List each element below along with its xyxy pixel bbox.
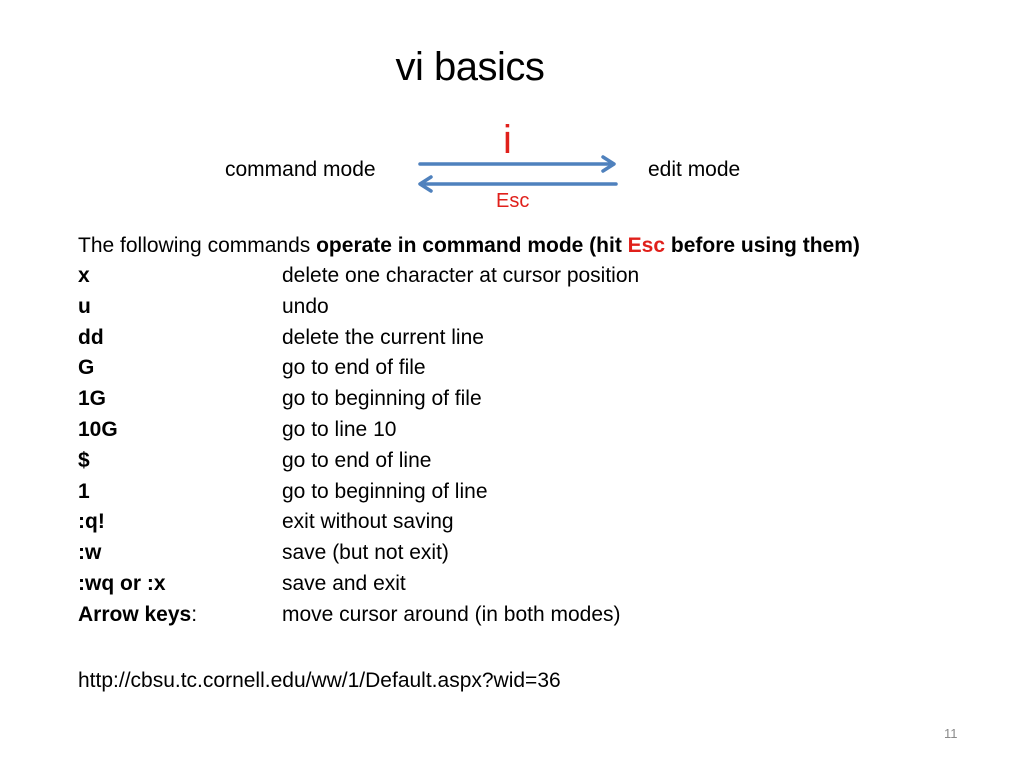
esc-key-label: Esc	[496, 190, 530, 212]
arrow-left-icon	[418, 175, 618, 193]
command-key: $	[78, 448, 90, 472]
command-row: 1 go to beginning of line	[78, 480, 639, 511]
command-mode-label: command mode	[225, 158, 376, 181]
command-key: dd	[78, 325, 104, 349]
command-description: delete the current line	[282, 325, 484, 349]
command-key-container: Arrow keys:	[78, 603, 282, 634]
intro-plain: The following commands	[78, 234, 317, 257]
command-description: delete one character at cursor position	[282, 264, 640, 287]
command-description: move cursor around (in both modes)	[282, 602, 621, 626]
command-description: go to end of line	[282, 448, 432, 472]
command-row: Ggo to end of file	[78, 356, 639, 387]
command-key: G	[78, 356, 95, 380]
command-row: x delete one character at cursor position	[78, 264, 639, 295]
slide-title: vi basics	[395, 45, 545, 89]
command-row: 10G go to line 10	[78, 418, 639, 449]
command-description: exit without saving	[282, 510, 454, 534]
intro-text: The following commands operate in comman…	[78, 234, 860, 258]
command-key: u	[78, 294, 91, 318]
command-key: :wq or :x	[78, 571, 166, 595]
command-row: 1G go to beginning of file	[78, 387, 639, 418]
command-description: go to beginning of line	[282, 479, 488, 503]
command-row: u undo	[78, 295, 639, 326]
arrow-right-icon	[418, 155, 616, 173]
command-description: go to line 10	[282, 417, 397, 441]
command-key: 10G	[78, 417, 118, 441]
command-key: x	[78, 264, 90, 287]
command-key-suffix: :	[191, 602, 198, 626]
command-description: go to end of file	[282, 356, 426, 380]
intro-esc: Esc	[627, 234, 666, 257]
command-row: :q! exit without saving	[78, 510, 639, 541]
command-description: go to beginning of file	[282, 387, 482, 411]
edit-mode-label: edit mode	[648, 158, 741, 181]
command-key: 1	[78, 479, 90, 503]
command-description: undo	[282, 294, 329, 318]
command-description: save and exit	[282, 571, 406, 595]
command-row: :w save (but not exit)	[78, 541, 639, 572]
intro-bold-before: operate in command mode (hit	[316, 234, 628, 257]
command-row: :wq or :x save and exit	[78, 572, 639, 603]
command-row: dd delete the current line	[78, 326, 639, 357]
command-key: :w	[78, 541, 102, 565]
command-list: x delete one character at cursor position…	[78, 264, 639, 634]
command-key: :q!	[78, 510, 105, 534]
source-url: http://cbsu.tc.cornell.edu/ww/1/Default.…	[78, 669, 561, 692]
page-number: 11	[944, 726, 958, 741]
command-row: Arrow keys: move cursor around (in both m…	[78, 603, 639, 634]
intro-bold-after: before using them)	[665, 234, 860, 257]
command-row: $ go to end of line	[78, 449, 639, 480]
command-description: save (but not exit)	[282, 541, 449, 565]
mode-transition-arrows	[418, 155, 618, 193]
command-key: Arrow keys	[78, 602, 192, 626]
command-key: 1G	[78, 387, 107, 411]
